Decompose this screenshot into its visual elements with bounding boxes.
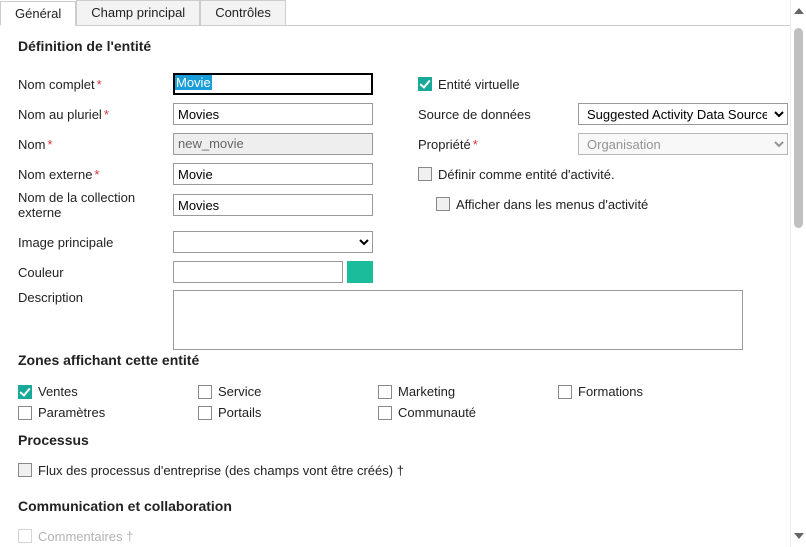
tab-general-label: Général (15, 6, 61, 21)
checkbox-service[interactable] (198, 385, 212, 399)
checkbox-portals[interactable] (198, 406, 212, 420)
label-service: Service (218, 384, 261, 399)
scroll-arrow-up-icon[interactable] (794, 8, 804, 14)
checkbox-marketing[interactable] (378, 385, 392, 399)
label-ownership: Propriété* (418, 137, 578, 152)
label-external-name: Nom externe* (18, 167, 173, 182)
section-process: Processus (18, 432, 788, 448)
input-display-name-value: Movie (175, 75, 212, 90)
checkbox-bpf (18, 463, 32, 477)
input-color[interactable] (173, 261, 343, 283)
select-primary-image[interactable] (173, 231, 373, 253)
label-define-activity: Définir comme entité d'activité. (438, 167, 615, 182)
label-sales: Ventes (38, 384, 78, 399)
label-name: Nom* (18, 137, 173, 152)
tab-general[interactable]: Général (0, 1, 76, 26)
checkbox-show-activity-menus (436, 197, 450, 211)
checkbox-virtual-entity[interactable] (418, 77, 432, 91)
tabs-bar: Général Champ principal Contrôles (0, 0, 806, 26)
input-external-collection[interactable] (173, 194, 373, 216)
input-external-name[interactable] (173, 163, 373, 185)
label-settings: Paramètres (38, 405, 105, 420)
label-description: Description (18, 290, 173, 305)
tab-main-field[interactable]: Champ principal (76, 0, 200, 25)
checkbox-define-activity (418, 167, 432, 181)
scroll-arrow-down-icon[interactable] (794, 533, 804, 539)
content-pane: Définition de l'entité Nom complet* Movi… (0, 26, 806, 545)
label-marketing: Marketing (398, 384, 455, 399)
input-name: new_movie (173, 133, 373, 155)
tab-main-field-label: Champ principal (91, 5, 185, 20)
checkbox-sales[interactable] (18, 385, 32, 399)
label-community: Communauté (398, 405, 476, 420)
label-primary-image: Image principale (18, 235, 173, 250)
input-display-name[interactable]: Movie (173, 73, 373, 95)
section-comm: Communication et collaboration (18, 498, 788, 514)
label-virtual-entity: Entité virtuelle (438, 77, 520, 92)
label-training: Formations (578, 384, 643, 399)
color-swatch[interactable] (347, 261, 373, 283)
label-comments: Commentaires † (38, 529, 133, 544)
select-ownership: Organisation (578, 133, 788, 155)
section-entity-definition: Définition de l'entité (18, 38, 788, 54)
label-plural-name: Nom au pluriel* (18, 107, 173, 122)
checkbox-comments[interactable] (18, 529, 32, 543)
label-bpf: Flux des processus d'entreprise (des cha… (38, 463, 404, 478)
label-data-source: Source de données (418, 107, 578, 122)
vertical-scrollbar[interactable] (790, 0, 806, 547)
scroll-thumb[interactable] (794, 28, 803, 228)
label-color: Couleur (18, 265, 173, 280)
tab-controls[interactable]: Contrôles (200, 0, 286, 25)
label-external-collection: Nom de la collection externe (18, 190, 173, 220)
checkbox-settings[interactable] (18, 406, 32, 420)
checkbox-training[interactable] (558, 385, 572, 399)
label-display-name: Nom complet* (18, 77, 173, 92)
input-plural-name[interactable] (173, 103, 373, 125)
select-data-source[interactable]: Suggested Activity Data Source (578, 103, 788, 125)
label-portals: Portails (218, 405, 261, 420)
section-zones: Zones affichant cette entité (18, 352, 788, 368)
textarea-description[interactable] (173, 290, 743, 350)
tab-controls-label: Contrôles (215, 5, 271, 20)
checkbox-community[interactable] (378, 406, 392, 420)
label-show-activity-menus: Afficher dans les menus d'activité (456, 197, 648, 212)
